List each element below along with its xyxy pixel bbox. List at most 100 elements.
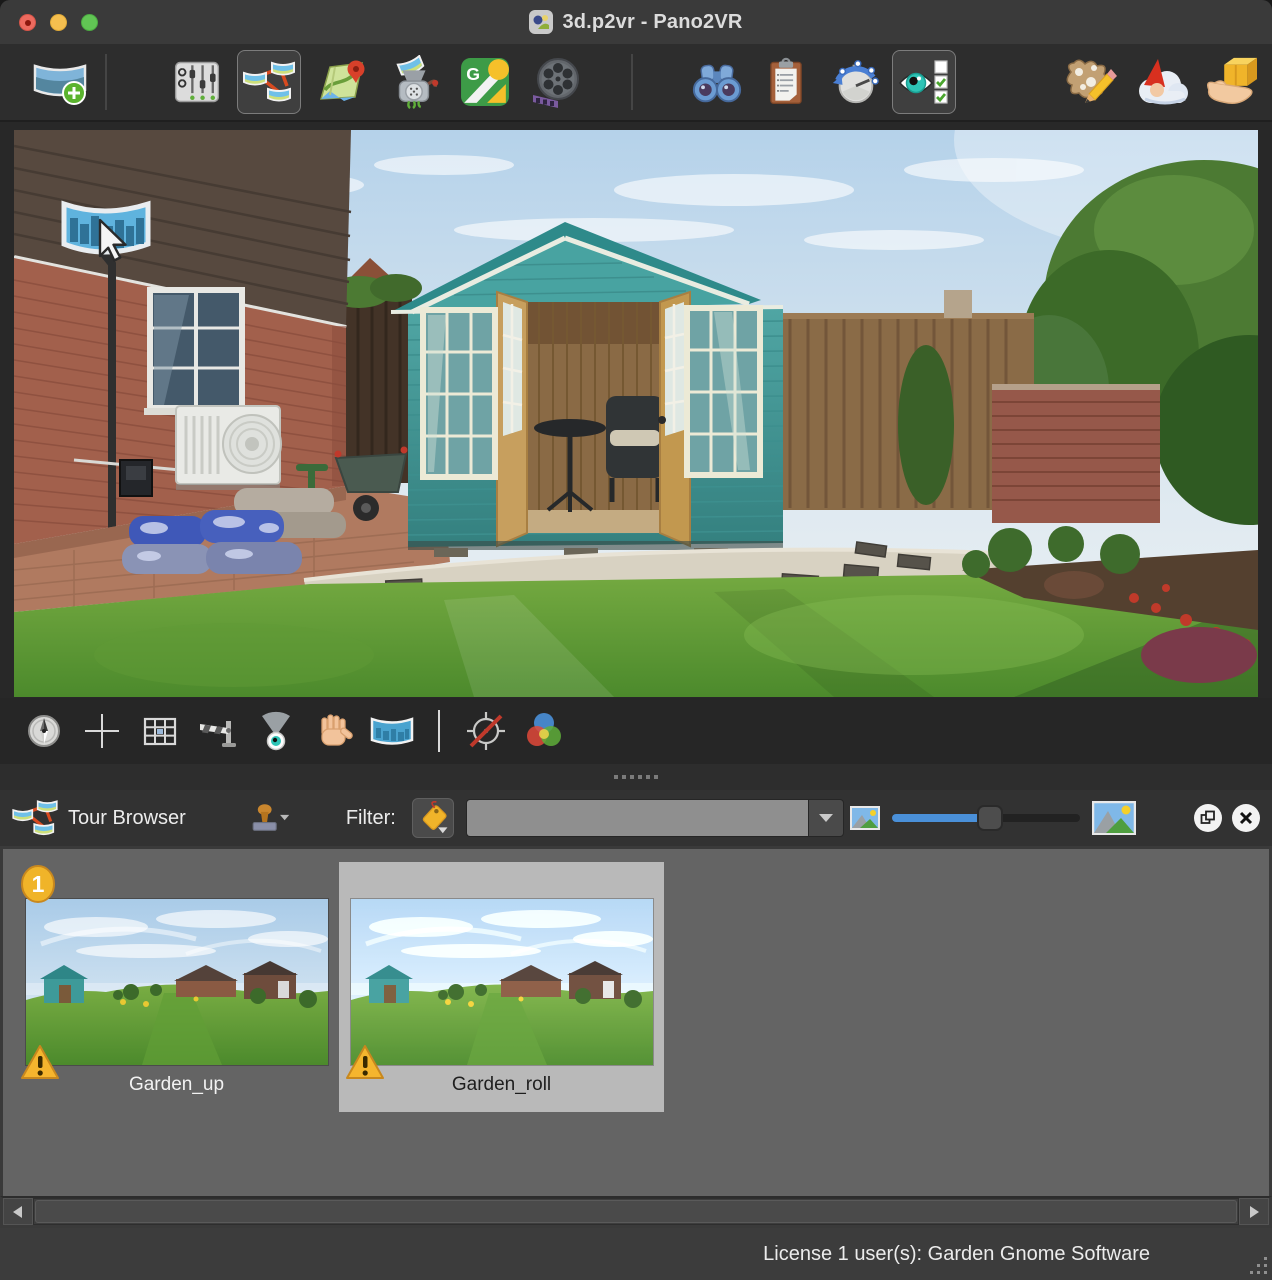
film-reel-icon (530, 55, 584, 109)
main-toolbar: G (0, 44, 1272, 122)
zoom-window-button[interactable] (81, 14, 98, 31)
panorama-thumbnail[interactable] (351, 899, 653, 1065)
street-view-icon: G (460, 57, 510, 107)
stamp-icon (244, 799, 290, 837)
panorama-thumbnail[interactable] (26, 899, 328, 1065)
panel-splitter-handle[interactable] (0, 764, 1272, 790)
stamp-menu-button[interactable] (244, 799, 290, 837)
gnome-cloud-icon (1131, 57, 1189, 107)
time-machine-icon (829, 56, 881, 108)
scrollbar-thumb[interactable] (35, 1200, 1237, 1223)
window-title: 3d.p2vr - Pano2VR (562, 11, 742, 34)
panorama-card[interactable]: 1 Garden_up (14, 862, 339, 1112)
animation-editor-button[interactable] (525, 50, 589, 114)
close-window-button[interactable] (19, 14, 36, 31)
viewer-toolbar-separator (438, 710, 440, 752)
svg-text:1: 1 (32, 871, 45, 897)
close-panel-button[interactable] (1232, 804, 1260, 832)
app-icon (529, 10, 553, 34)
panorama-link-hotspot[interactable] (60, 192, 152, 270)
barrier-icon (197, 711, 239, 751)
filter-dropdown-button[interactable] (808, 799, 844, 837)
warning-icon (20, 1044, 60, 1081)
package-output-icon (1201, 55, 1259, 109)
traffic-lights (19, 14, 98, 31)
hand-icon (313, 710, 355, 752)
grinder-icon (386, 55, 440, 109)
scroll-left-button[interactable] (3, 1198, 33, 1225)
thumbnail-size-slider[interactable] (892, 814, 1080, 822)
panorama-photo[interactable] (14, 130, 1258, 697)
chevron-down-icon (818, 813, 834, 823)
output-grinder-button[interactable] (381, 50, 445, 114)
slider-knob[interactable] (977, 805, 1003, 831)
horizontal-scrollbar[interactable] (0, 1196, 1272, 1228)
arrow-right-icon (1249, 1206, 1259, 1218)
warning-icon (345, 1044, 385, 1081)
components-viewer-button[interactable] (892, 50, 956, 114)
skin-editor-icon (1061, 56, 1119, 108)
tour-browser-panel-icon (12, 797, 58, 839)
no-target-icon (464, 709, 508, 753)
filter-input[interactable] (466, 799, 808, 837)
add-panorama-button[interactable] (28, 50, 92, 114)
scroll-right-button[interactable] (1239, 1198, 1269, 1225)
filter-combobox (466, 799, 844, 837)
tour-map-button[interactable] (309, 50, 373, 114)
panorama-name: Garden_up (129, 1074, 224, 1096)
time-machine-button[interactable] (823, 50, 887, 114)
limits-button[interactable] (196, 709, 240, 753)
view-cone-icon (255, 710, 297, 752)
titlebar: 3d.p2vr - Pano2VR (0, 0, 1272, 44)
crosshair-button[interactable] (80, 709, 124, 753)
tour-browser-panoramas: 1 Garden_up Garden_roll (0, 846, 1272, 1196)
viewer-components-icon (897, 57, 951, 107)
minimize-window-button[interactable] (50, 14, 67, 31)
undock-panel-button[interactable] (1194, 804, 1222, 832)
close-icon (1239, 811, 1253, 825)
view-cone-button[interactable] (254, 709, 298, 753)
output-list-button[interactable] (754, 50, 818, 114)
tag-icon (416, 801, 450, 835)
find-panoramas-button[interactable] (685, 50, 749, 114)
panorama-preview-button[interactable] (370, 709, 414, 753)
start-panorama-badge: 1 (20, 864, 56, 904)
package-output-button[interactable] (1198, 50, 1262, 114)
rgb-channels-button[interactable] (522, 709, 566, 753)
arrow-left-icon (13, 1206, 23, 1218)
garden-gnome-cloud-button[interactable] (1128, 50, 1192, 114)
no-target-button[interactable] (464, 709, 508, 753)
tour-browser-button[interactable] (237, 50, 301, 114)
viewer-toolbar (0, 698, 1272, 764)
tag-filter-button[interactable] (412, 798, 454, 838)
panorama-name: Garden_roll (452, 1074, 551, 1096)
pan-hand-button[interactable] (312, 709, 356, 753)
grid-icon (140, 711, 180, 751)
float-windows-icon (1200, 810, 1216, 826)
crosshair-icon (82, 711, 122, 751)
panorama-viewer (0, 122, 1272, 698)
panel-title: Tour Browser (68, 807, 186, 830)
panorama-properties-button[interactable] (165, 50, 229, 114)
svg-text:G: G (466, 64, 480, 84)
large-image-icon (1092, 801, 1136, 835)
small-image-icon (850, 806, 880, 830)
panorama-card-selected[interactable]: Garden_roll (339, 862, 664, 1112)
tour-browser-header: Tour Browser Filter: (0, 790, 1272, 846)
thumbnail-size-control (850, 801, 1260, 835)
status-bar: License 1 user(s): Garden Gnome Software (0, 1228, 1272, 1280)
resize-grip[interactable] (1247, 1255, 1269, 1277)
tour-browser-icon (243, 58, 295, 106)
grid-button[interactable] (138, 709, 182, 753)
panorama-preview-icon (370, 714, 414, 748)
filter-label: Filter: (346, 807, 396, 830)
compass-button[interactable] (22, 709, 66, 753)
rgb-channels-icon (522, 709, 566, 753)
scrollbar-track[interactable] (33, 1198, 1239, 1225)
properties-icon (171, 58, 223, 106)
add-panorama-icon (32, 57, 88, 107)
google-street-view-button[interactable]: G (453, 50, 517, 114)
license-status: License 1 user(s): Garden Gnome Software (763, 1243, 1150, 1266)
skin-editor-button[interactable] (1058, 50, 1122, 114)
binoculars-icon (690, 59, 744, 105)
